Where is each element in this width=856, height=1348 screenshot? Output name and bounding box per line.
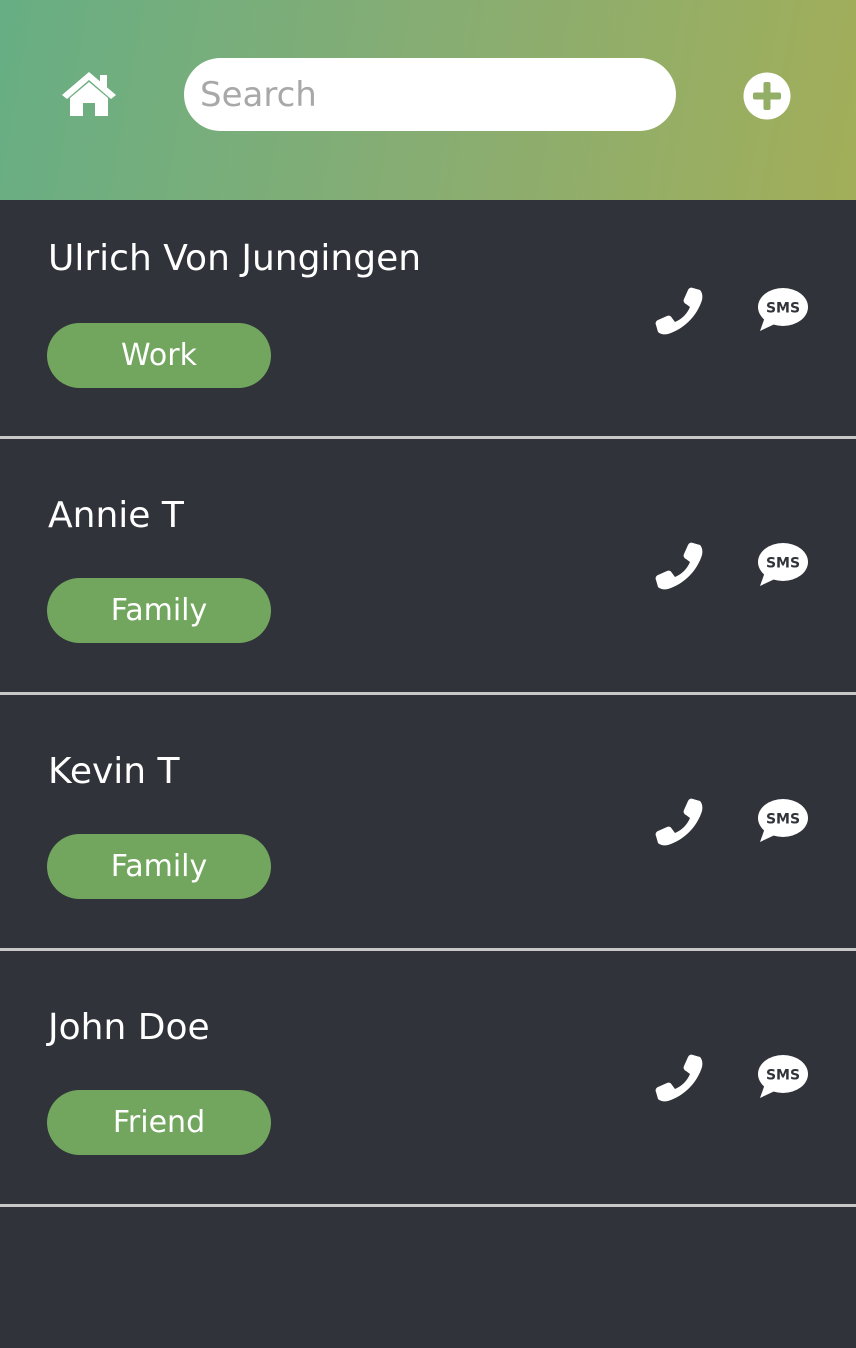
contact-tag: Work [47, 323, 271, 388]
sms-icon-text: SMS [766, 812, 800, 828]
search-input[interactable] [184, 58, 676, 131]
add-contact-button[interactable] [743, 72, 791, 120]
phone-icon [655, 798, 703, 846]
contact-list: Ulrich Von Jungingen Work SMS Annie T Fa… [0, 200, 856, 1207]
sms-button[interactable]: SMS [757, 1054, 809, 1100]
contact-tag: Family [47, 834, 271, 899]
contact-name: Ulrich Von Jungingen [48, 238, 422, 279]
contact-row[interactable]: Annie T Family SMS [0, 439, 856, 695]
contact-tag: Friend [47, 1090, 271, 1155]
sms-icon: SMS [758, 288, 808, 331]
call-button[interactable] [652, 1051, 704, 1103]
sms-icon-text: SMS [766, 301, 800, 317]
contact-name: Annie T [48, 495, 184, 536]
sms-button[interactable]: SMS [757, 287, 809, 333]
contact-name: John Doe [48, 1007, 210, 1048]
contact-tag: Family [47, 578, 271, 643]
phone-icon [655, 1054, 703, 1102]
sms-icon: SMS [758, 799, 808, 842]
contacts-app: Ulrich Von Jungingen Work SMS Annie T Fa… [0, 0, 856, 1348]
call-button[interactable] [652, 284, 704, 336]
sms-icon-text: SMS [766, 556, 800, 572]
call-button[interactable] [652, 539, 704, 591]
plus-circle-icon [743, 72, 791, 120]
home-icon [62, 72, 116, 116]
contact-row[interactable]: John Doe Friend SMS [0, 951, 856, 1207]
header-bar [0, 0, 856, 200]
sms-icon: SMS [758, 543, 808, 586]
call-button[interactable] [652, 795, 704, 847]
contact-row[interactable]: Ulrich Von Jungingen Work SMS [0, 200, 856, 439]
home-button[interactable] [60, 70, 118, 118]
phone-icon [655, 542, 703, 590]
contact-row[interactable]: Kevin T Family SMS [0, 695, 856, 951]
sms-icon: SMS [758, 1055, 808, 1098]
sms-icon-text: SMS [766, 1068, 800, 1084]
contact-name: Kevin T [48, 751, 180, 792]
sms-button[interactable]: SMS [757, 798, 809, 844]
sms-button[interactable]: SMS [757, 542, 809, 588]
phone-icon [655, 287, 703, 335]
